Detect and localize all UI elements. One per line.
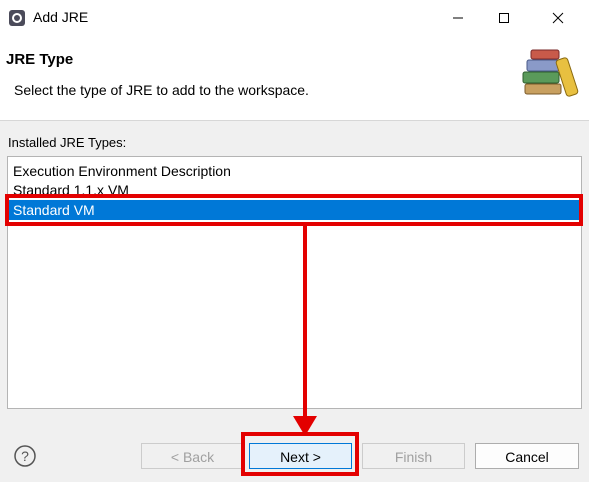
close-button[interactable]: [535, 0, 581, 36]
maximize-icon: [499, 13, 509, 23]
page-title: JRE Type: [6, 51, 74, 68]
finish-button[interactable]: Finish: [362, 443, 465, 469]
back-button[interactable]: < Back: [141, 443, 244, 469]
wizard-header: JRE Type Select the type of JRE to add t…: [0, 36, 589, 121]
page-description: Select the type of JRE to add to the wor…: [14, 82, 309, 98]
jre-types-list[interactable]: Execution Environment Description Standa…: [7, 156, 582, 409]
list-item-standard-1-1-x-vm[interactable]: Standard 1.1.x VM: [8, 180, 581, 200]
list-item-execution-environment[interactable]: Execution Environment Description: [8, 161, 581, 181]
list-item-standard-vm[interactable]: Standard VM: [8, 200, 581, 220]
installed-jre-types-label: Installed JRE Types:: [8, 135, 127, 150]
close-icon: [552, 12, 564, 24]
window-title: Add JRE: [33, 9, 89, 25]
svg-text:?: ?: [21, 448, 29, 464]
cancel-button[interactable]: Cancel: [475, 443, 579, 469]
next-button[interactable]: Next >: [249, 443, 352, 469]
title-bar: Add JRE: [0, 0, 589, 36]
eclipse-icon: [9, 10, 25, 26]
help-icon[interactable]: ?: [13, 444, 37, 468]
maximize-button[interactable]: [481, 0, 527, 36]
minimize-button[interactable]: [435, 0, 481, 36]
jre-books-icon: [522, 49, 579, 97]
minimize-icon: [453, 17, 463, 19]
